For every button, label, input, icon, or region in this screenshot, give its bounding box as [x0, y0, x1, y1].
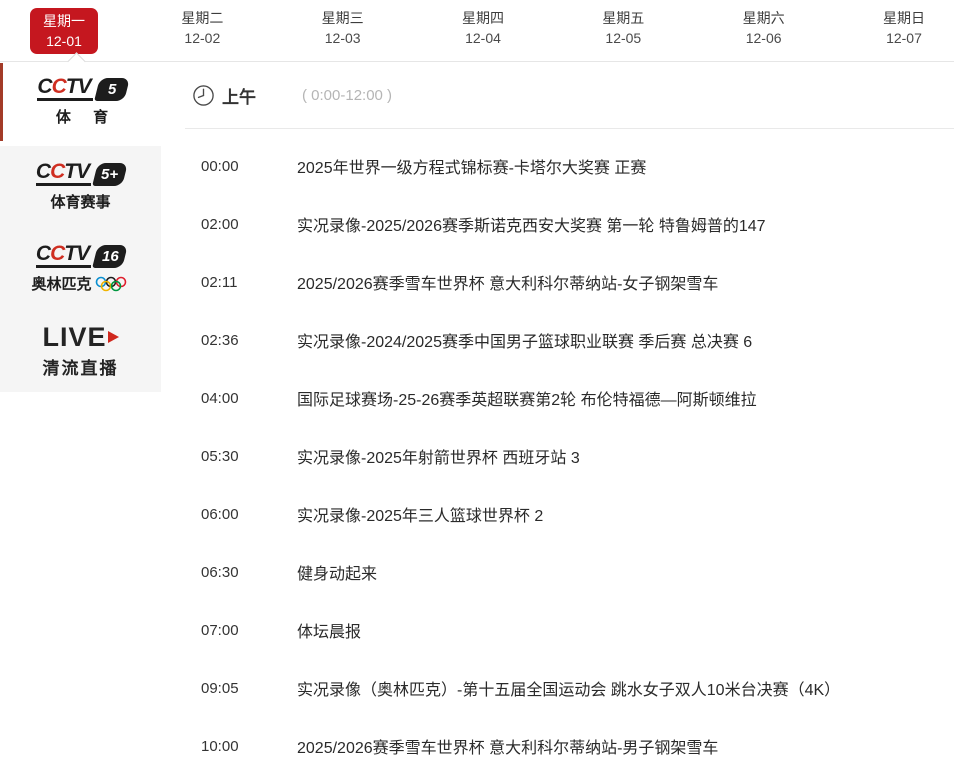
- tab-friday[interactable]: 星期五 12-05: [587, 8, 659, 61]
- olympic-rings-icon: [94, 276, 130, 292]
- live-logo: LIVE: [42, 324, 118, 350]
- tab-weekday: 星期五: [587, 8, 659, 28]
- tab-date: 12-02: [166, 28, 238, 48]
- active-tab-pill: 星期一 12-01: [30, 8, 98, 54]
- program-row[interactable]: 02:00 实况录像-2025/2026赛季斯诺克西安大奖赛 第一轮 特鲁姆普的…: [185, 195, 954, 253]
- channel-subtitle: 清流直播: [43, 354, 119, 379]
- program-title: 2025年世界一级方程式锦标赛-卡塔尔大奖赛 正赛: [297, 154, 646, 178]
- program-title: 实况录像（奥林匹克）-第十五届全国运动会 跳水女子双人10米台决赛（4K）: [297, 676, 840, 700]
- program-time: 10:00: [201, 738, 280, 755]
- channel-sidebar: CCTV 5 体 育 CCTV 5+ 体育赛事 CCTV 16 奥林匹克: [0, 63, 161, 392]
- sidebar-item-cctv16[interactable]: CCTV 16 奥林匹克: [0, 228, 161, 310]
- program-time: 00:00: [201, 158, 280, 175]
- cctv5-logo: CCTV 5: [37, 77, 126, 101]
- program-row[interactable]: 07:00 体坛晨报: [185, 601, 954, 659]
- program-row[interactable]: 06:00 实况录像-2025年三人篮球世界杯 2: [185, 485, 954, 543]
- period-header: 上午 ( 0:00-12:00 ): [185, 62, 954, 129]
- program-time: 09:05: [201, 680, 280, 697]
- program-time: 02:11: [201, 274, 280, 291]
- tab-sunday[interactable]: 星期日 12-07: [868, 8, 940, 61]
- tab-weekday: 星期二: [166, 8, 238, 28]
- program-time: 06:00: [201, 506, 280, 523]
- cctv16-badge: 16: [92, 245, 128, 268]
- sidebar-item-cctv5[interactable]: CCTV 5 体 育: [0, 63, 161, 141]
- tab-weekday: 星期四: [447, 8, 519, 28]
- program-list: 00:00 2025年世界一级方程式锦标赛-卡塔尔大奖赛 正赛 02:00 实况…: [185, 129, 954, 775]
- program-time: 06:30: [201, 564, 280, 581]
- tab-date: 12-01: [43, 31, 85, 51]
- program-row[interactable]: 05:30 实况录像-2025年射箭世界杯 西班牙站 3: [185, 427, 954, 485]
- program-row[interactable]: 04:00 国际足球赛场-25-26赛季英超联赛第2轮 布伦特福德—阿斯顿维拉: [185, 369, 954, 427]
- program-title: 国际足球赛场-25-26赛季英超联赛第2轮 布伦特福德—阿斯顿维拉: [297, 386, 757, 410]
- cctv5plus-logo: CCTV 5+: [36, 162, 125, 186]
- program-row[interactable]: 06:30 健身动起来: [185, 543, 954, 601]
- program-row[interactable]: 10:00 2025/2026赛季雪车世界杯 意大利科尔蒂纳站-男子钢架雪车: [185, 717, 954, 775]
- channel-subtitle: 体 育: [56, 106, 117, 127]
- schedule-panel: 上午 ( 0:00-12:00 ) 00:00 2025年世界一级方程式锦标赛-…: [185, 62, 954, 775]
- program-time: 02:36: [201, 332, 280, 349]
- tab-weekday: 星期六: [728, 8, 800, 28]
- period-label: 上午: [222, 83, 256, 108]
- program-row[interactable]: 02:11 2025/2026赛季雪车世界杯 意大利科尔蒂纳站-女子钢架雪车: [185, 253, 954, 311]
- tab-tuesday[interactable]: 星期二 12-02: [166, 8, 238, 61]
- sidebar-item-cctv5plus[interactable]: CCTV 5+ 体育赛事: [0, 146, 161, 228]
- program-title: 实况录像-2025年三人篮球世界杯 2: [297, 502, 543, 526]
- cctv5plus-badge: 5+: [92, 163, 128, 186]
- program-title: 体坛晨报: [297, 618, 361, 642]
- program-title: 健身动起来: [297, 560, 377, 584]
- tab-date: 12-07: [868, 28, 940, 48]
- channel-subtitle: 奥林匹克: [31, 273, 129, 294]
- tab-date: 12-06: [728, 28, 800, 48]
- channel-subtitle: 体育赛事: [50, 191, 110, 212]
- sidebar-item-live[interactable]: LIVE 清流直播: [0, 310, 161, 392]
- period-time-range: ( 0:00-12:00 ): [302, 87, 392, 104]
- tab-date: 12-04: [447, 28, 519, 48]
- program-time: 07:00: [201, 622, 280, 639]
- cctv16-logo: CCTV 16: [36, 244, 125, 268]
- program-row[interactable]: 00:00 2025年世界一级方程式锦标赛-卡塔尔大奖赛 正赛: [185, 137, 954, 195]
- tab-saturday[interactable]: 星期六 12-06: [728, 8, 800, 61]
- tab-date: 12-03: [307, 28, 379, 48]
- cctv5-badge: 5: [94, 78, 130, 101]
- date-tabbar: 星期一 12-01 星期二 12-02 星期三 12-03 星期四 12-04 …: [0, 0, 954, 62]
- program-title: 2025/2026赛季雪车世界杯 意大利科尔蒂纳站-男子钢架雪车: [297, 734, 718, 758]
- program-title: 实况录像-2025/2026赛季斯诺克西安大奖赛 第一轮 特鲁姆普的147: [297, 212, 766, 236]
- play-icon: [108, 331, 119, 343]
- tab-weekday: 星期日: [868, 8, 940, 28]
- tab-wednesday[interactable]: 星期三 12-03: [307, 8, 379, 61]
- program-time: 02:00: [201, 216, 280, 233]
- program-row[interactable]: 02:36 实况录像-2024/2025赛季中国男子篮球职业联赛 季后赛 总决赛…: [185, 311, 954, 369]
- program-title: 2025/2026赛季雪车世界杯 意大利科尔蒂纳站-女子钢架雪车: [297, 270, 718, 294]
- program-title: 实况录像-2024/2025赛季中国男子篮球职业联赛 季后赛 总决赛 6: [297, 328, 752, 352]
- tab-thursday[interactable]: 星期四 12-04: [447, 8, 519, 61]
- program-time: 05:30: [201, 448, 280, 465]
- program-time: 04:00: [201, 390, 280, 407]
- clock-icon: [192, 84, 215, 107]
- program-title: 实况录像-2025年射箭世界杯 西班牙站 3: [297, 444, 580, 468]
- tab-weekday: 星期三: [307, 8, 379, 28]
- tab-monday[interactable]: 星期一 12-01: [30, 8, 98, 61]
- program-row[interactable]: 09:05 实况录像（奥林匹克）-第十五届全国运动会 跳水女子双人10米台决赛（…: [185, 659, 954, 717]
- tab-weekday: 星期一: [43, 11, 85, 31]
- tab-date: 12-05: [587, 28, 659, 48]
